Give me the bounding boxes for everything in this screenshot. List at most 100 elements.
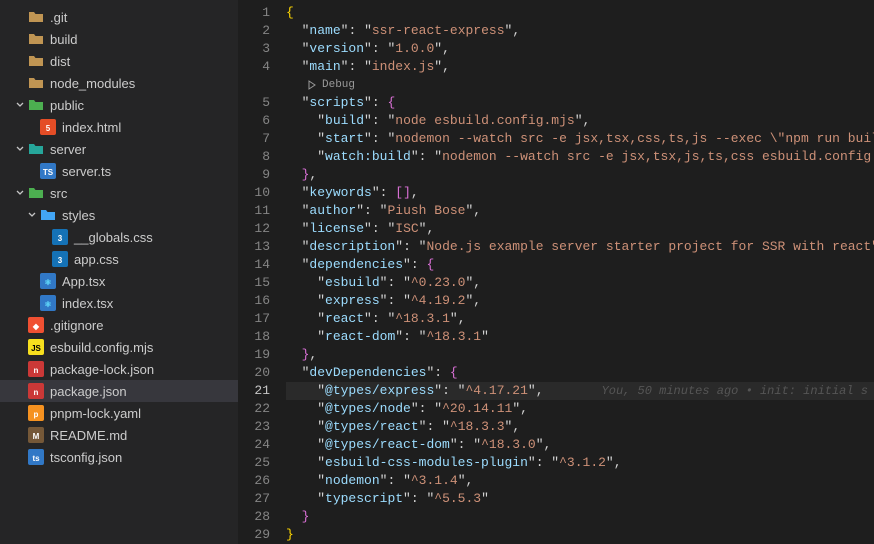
svg-text:◆: ◆ xyxy=(32,322,40,331)
npm-icon: n xyxy=(28,383,44,399)
code-line[interactable]: "devDependencies": { xyxy=(286,364,874,382)
code-line[interactable]: "@types/react-dom": "^18.3.0", xyxy=(286,436,874,454)
js-icon: JS xyxy=(28,339,44,355)
code-line[interactable]: "express": "^4.19.2", xyxy=(286,292,874,310)
tree-item---globals-css[interactable]: 3__globals.css xyxy=(0,226,238,248)
code-line[interactable]: "author": "Piush Bose", xyxy=(286,202,874,220)
chevron-icon xyxy=(12,100,28,110)
tree-item-src[interactable]: src xyxy=(0,182,238,204)
svg-text:ts: ts xyxy=(32,454,40,463)
code-line[interactable]: } xyxy=(286,526,874,544)
css-icon: 3 xyxy=(52,229,68,245)
ts-icon: TS xyxy=(40,163,56,179)
code-line[interactable]: "react-dom": "^18.3.1" xyxy=(286,328,874,346)
code-line[interactable]: "@types/express": "^4.17.21",You, 50 min… xyxy=(286,382,874,400)
svg-text:n: n xyxy=(34,388,39,397)
chevron-icon xyxy=(24,210,40,220)
line-number: 20 xyxy=(238,364,270,382)
code-line[interactable]: "version": "1.0.0", xyxy=(286,40,874,58)
line-number: 24 xyxy=(238,436,270,454)
tree-item-package-json[interactable]: n package.json xyxy=(0,380,238,402)
tree-item-tsconfig-json[interactable]: tstsconfig.json xyxy=(0,446,238,468)
code-line[interactable]: "name": "ssr-react-express", xyxy=(286,22,874,40)
code-line[interactable]: "esbuild-css-modules-plugin": "^3.1.2", xyxy=(286,454,874,472)
line-number: 19 xyxy=(238,346,270,364)
code-line[interactable]: "description": "Node.js example server s… xyxy=(286,238,874,256)
folder-icon xyxy=(28,31,44,47)
code-line[interactable]: "esbuild": "^0.23.0", xyxy=(286,274,874,292)
code-line[interactable]: "scripts": { xyxy=(286,94,874,112)
code-editor[interactable]: 1234567891011121314151617181920212223242… xyxy=(238,0,874,544)
code-line[interactable]: }, xyxy=(286,166,874,184)
code-content[interactable]: { "name": "ssr-react-express", "version"… xyxy=(286,0,874,544)
line-number: 3 xyxy=(238,40,270,58)
tree-item--gitignore[interactable]: ◆ .gitignore xyxy=(0,314,238,336)
tree-item-label: README.md xyxy=(50,428,127,443)
code-line[interactable]: "@types/node": "^20.14.11", xyxy=(286,400,874,418)
tree-item-esbuild-config-mjs[interactable]: JS esbuild.config.mjs xyxy=(0,336,238,358)
folder-node-icon xyxy=(28,75,44,91)
code-line[interactable]: }, xyxy=(286,346,874,364)
tree-item-label: .git xyxy=(50,10,67,25)
line-number: 10 xyxy=(238,184,270,202)
line-number: 12 xyxy=(238,220,270,238)
tree-item-label: index.tsx xyxy=(62,296,113,311)
tree-item-package-lock-json[interactable]: npackage-lock.json xyxy=(0,358,238,380)
tree-item-dist[interactable]: dist xyxy=(0,50,238,72)
tree-item-node-modules[interactable]: node_modules xyxy=(0,72,238,94)
code-line[interactable]: { xyxy=(286,4,874,22)
tree-item-index-tsx[interactable]: ⚛index.tsx xyxy=(0,292,238,314)
codelens-debug[interactable]: Debug xyxy=(286,76,874,94)
tree-item-label: build xyxy=(50,32,77,47)
code-line[interactable]: "build": "node esbuild.config.mjs", xyxy=(286,112,874,130)
code-line[interactable]: "react": "^18.3.1", xyxy=(286,310,874,328)
tree-item--git[interactable]: .git xyxy=(0,6,238,28)
folder-server-icon xyxy=(28,141,44,157)
tree-item-label: node_modules xyxy=(50,76,135,91)
line-number xyxy=(238,76,270,94)
line-number: 14 xyxy=(238,256,270,274)
line-number: 4 xyxy=(238,58,270,76)
code-line[interactable]: } xyxy=(286,508,874,526)
code-line[interactable]: "typescript": "^5.5.3" xyxy=(286,490,874,508)
chevron-icon xyxy=(12,188,28,198)
line-number: 17 xyxy=(238,310,270,328)
line-number: 13 xyxy=(238,238,270,256)
tree-item-app-tsx[interactable]: ⚛App.tsx xyxy=(0,270,238,292)
code-line[interactable]: "@types/react": "^18.3.3", xyxy=(286,418,874,436)
code-line[interactable]: "dependencies": { xyxy=(286,256,874,274)
line-number: 11 xyxy=(238,202,270,220)
tsconfig-icon: ts xyxy=(28,449,44,465)
line-number: 1 xyxy=(238,4,270,22)
tree-item-label: index.html xyxy=(62,120,121,135)
css-icon: 3 xyxy=(52,251,68,267)
tree-item-label: package-lock.json xyxy=(50,362,154,377)
tree-item-label: .gitignore xyxy=(50,318,103,333)
code-line[interactable]: "start": "nodemon --watch src -e jsx,tsx… xyxy=(286,130,874,148)
code-line[interactable]: "nodemon": "^3.1.4", xyxy=(286,472,874,490)
tree-item-label: esbuild.config.mjs xyxy=(50,340,153,355)
tree-item-server-ts[interactable]: TSserver.ts xyxy=(0,160,238,182)
line-number: 29 xyxy=(238,526,270,544)
tree-item-index-html[interactable]: 5index.html xyxy=(0,116,238,138)
tree-item-server[interactable]: server xyxy=(0,138,238,160)
tree-item-build[interactable]: build xyxy=(0,28,238,50)
code-line[interactable]: "main": "index.js", xyxy=(286,58,874,76)
code-line[interactable]: "keywords": [], xyxy=(286,184,874,202)
tree-item-label: styles xyxy=(62,208,95,223)
line-number: 9 xyxy=(238,166,270,184)
md-icon: M xyxy=(28,427,44,443)
tree-item-app-css[interactable]: 3app.css xyxy=(0,248,238,270)
code-line[interactable]: "watch:build": "nodemon --watch src -e j… xyxy=(286,148,874,166)
folder-git-icon xyxy=(28,9,44,25)
svg-text:3: 3 xyxy=(58,256,63,265)
tree-item-label: package.json xyxy=(50,384,127,399)
code-line[interactable]: "license": "ISC", xyxy=(286,220,874,238)
codelens-label: Debug xyxy=(322,76,355,94)
tree-item-label: src xyxy=(50,186,67,201)
tree-item-pnpm-lock-yaml[interactable]: ppnpm-lock.yaml xyxy=(0,402,238,424)
file-explorer[interactable]: .git build dist node_modulespublic5index.ht… xyxy=(0,0,238,544)
tree-item-public[interactable]: public xyxy=(0,94,238,116)
tree-item-styles[interactable]: styles xyxy=(0,204,238,226)
tree-item-readme-md[interactable]: M README.md xyxy=(0,424,238,446)
